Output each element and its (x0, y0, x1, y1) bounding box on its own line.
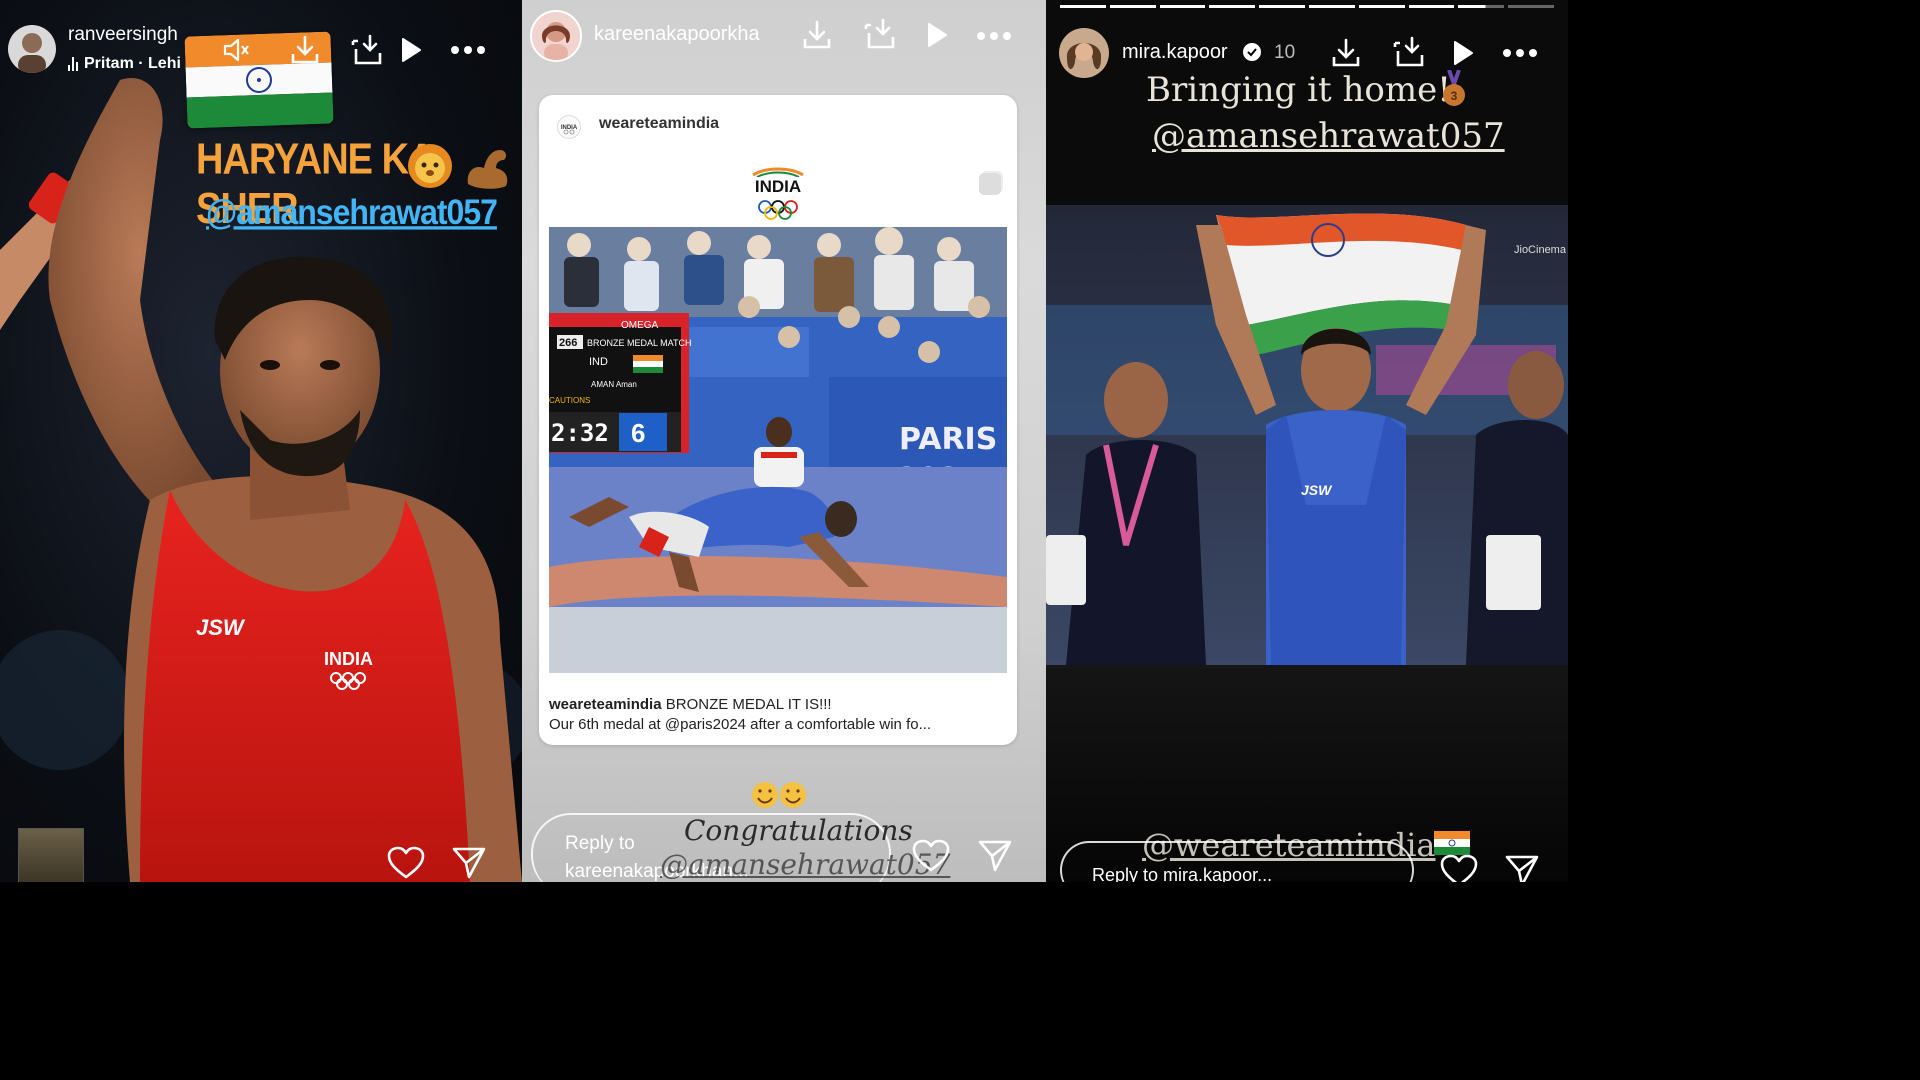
svg-text:2:32: 2:32 (551, 419, 609, 447)
story-username[interactable]: ranveersingh (68, 24, 178, 46)
caption-line-1: BRONZE MEDAL IT IS!!! (665, 696, 832, 713)
play-icon[interactable] (1450, 38, 1476, 68)
story-ranveersingh[interactable]: JSW INDIA ranveersingh Pritam · Lehi HAR… (0, 0, 522, 882)
team-india-logo-text: INDIA (754, 177, 802, 196)
svg-text:JioCinema: JioCinema (1514, 244, 1567, 256)
like-heart-icon[interactable] (1439, 854, 1479, 882)
athlete-photo: JSW INDIA (0, 78, 522, 882)
music-title: Pritam · Lehi (84, 55, 181, 72)
svg-text:INDIA: INDIA (324, 649, 373, 669)
svg-text:INDIA: INDIA (561, 125, 578, 131)
music-indicator[interactable]: Pritam · Lehi (68, 55, 181, 73)
lion-emoji (406, 142, 454, 190)
flexed-biceps-emoji (462, 144, 512, 192)
svg-text:BRONZE MEDAL MATCH: BRONZE MEDAL MATCH (587, 338, 692, 348)
play-icon[interactable] (924, 20, 950, 50)
download-icon[interactable] (800, 18, 834, 52)
more-options-icon[interactable] (976, 26, 1012, 46)
paris-board-text: PARIS (899, 422, 997, 457)
reply-prefix: Reply to (565, 833, 635, 854)
more-options-icon[interactable] (450, 40, 486, 60)
wrestler-celebration-photo: JSW JioCinema (1046, 205, 1568, 665)
svg-text:6: 6 (631, 418, 645, 448)
mention-amansehrawat057[interactable]: @amansehrawat057 (206, 192, 498, 233)
mute-icon[interactable] (221, 36, 251, 64)
svg-text:IND: IND (589, 356, 608, 368)
post-author-name[interactable]: weareteamindia (599, 115, 719, 133)
caption-line-2: Our 6th medal at @paris2024 after a comf… (549, 716, 932, 733)
caption-author[interactable]: weareteamindia (549, 696, 662, 713)
svg-text:AMAN Aman: AMAN Aman (591, 380, 637, 389)
svg-text:CAUTIONS: CAUTIONS (549, 396, 590, 405)
svg-text:OMEGA: OMEGA (621, 320, 659, 331)
story-avatar[interactable] (1059, 28, 1109, 78)
download-icon[interactable] (289, 34, 321, 66)
story-avatar[interactable] (530, 10, 582, 62)
share-send-icon[interactable] (975, 838, 1015, 874)
share-send-icon[interactable] (450, 845, 488, 881)
more-options-icon[interactable] (1502, 43, 1538, 63)
post-caption: weareteamindia BRONZE MEDAL IT IS!!! Our… (549, 695, 1009, 735)
play-icon[interactable] (398, 36, 424, 64)
music-album-thumbnail[interactable] (18, 828, 84, 882)
post-author-avatar[interactable]: INDIA (557, 115, 581, 139)
story-progress-bars (1060, 5, 1554, 8)
story-username[interactable]: kareenakapoorkha (594, 23, 760, 46)
reply-input[interactable]: Reply to mira.kapoor... (1060, 841, 1414, 882)
team-india-logo: INDIA (751, 167, 805, 221)
wrestling-match-photo: PARIS 2024 OMEGA 266 BRONZE MEDAL MATCH … (549, 227, 1007, 673)
like-heart-icon[interactable] (911, 838, 951, 874)
story-avatar[interactable] (8, 25, 56, 73)
save-all-icon[interactable] (862, 16, 898, 52)
svg-text:JSW: JSW (196, 615, 246, 640)
save-all-icon[interactable] (350, 33, 384, 67)
mention-amansehrawat057-overlay[interactable]: @amansehrawat057 (660, 848, 950, 881)
svg-text:266: 266 (559, 337, 577, 349)
congratulations-text: Congratulations (684, 814, 913, 847)
story-username[interactable]: mira.kapoor (1122, 41, 1228, 64)
like-heart-icon[interactable] (386, 845, 426, 881)
save-all-icon[interactable] (1391, 34, 1427, 70)
svg-text:JSW: JSW (1301, 482, 1333, 498)
download-icon[interactable] (1329, 36, 1363, 70)
reply-placeholder: Reply to mira.kapoor... (1092, 865, 1273, 882)
shared-post-card[interactable]: INDIA weareteamindia INDIA PARIS OMEGA 2… (539, 95, 1017, 745)
music-bars-icon (68, 57, 78, 71)
svg-text:3: 3 (1451, 89, 1458, 103)
smiling-emojis (750, 780, 810, 810)
mention-amansehrawat057[interactable]: @amansehrawat057 (1152, 116, 1505, 156)
verified-badge-icon (1242, 42, 1262, 62)
multi-post-indicator-icon (979, 173, 1001, 195)
stories-collage: JSW INDIA ranveersingh Pritam · Lehi HAR… (0, 0, 1568, 882)
story-mira-kapoor[interactable]: mira.kapoor 10 Bringing it home! 3 @aman… (1046, 0, 1568, 882)
india-flag-emoji (1434, 831, 1470, 855)
story-time-ago: 10 (1274, 42, 1296, 63)
bronze-medal-emoji: 3 (1441, 69, 1467, 108)
share-send-icon[interactable] (1502, 855, 1542, 882)
bringing-it-home-text: Bringing it home! (1146, 70, 1451, 110)
